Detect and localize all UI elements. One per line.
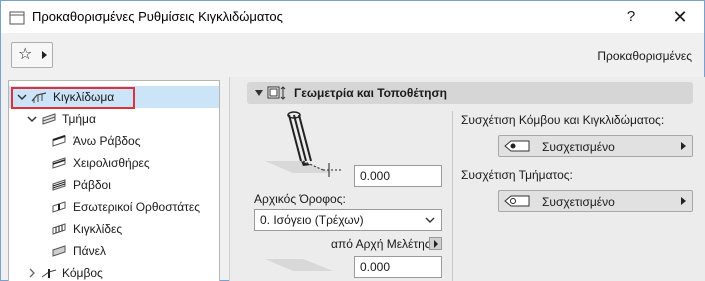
chevron-right-icon[interactable] [27, 268, 37, 278]
home-story-label: Αρχικός Όροφος: [254, 192, 346, 206]
segment-link-label: Συσχέτιση Τμήματος: [461, 168, 573, 182]
settings-tree: Κιγκλίδωμα Τμήμα Άνω Ράβδος Χειρολισθήρε… [8, 80, 220, 281]
top-rail-icon [52, 135, 66, 147]
tree-item-node[interactable]: Κόμβος [9, 262, 219, 281]
tree-item-panel[interactable]: Πάνελ [9, 240, 219, 262]
offset-reference-button[interactable] [429, 237, 442, 250]
tree-item-rails[interactable]: Ράβδοι [9, 174, 219, 196]
chevron-right-icon [434, 240, 438, 248]
node-link-value: Συσχετισμένο [542, 140, 615, 154]
chevron-right-icon [42, 51, 47, 59]
link-node-icon [504, 140, 530, 152]
tree-item-handrails[interactable]: Χειρολισθήρες [9, 152, 219, 174]
chevron-right-icon [681, 142, 686, 150]
inner-post-icon [52, 201, 66, 213]
tree-item-label: Τμήμα [62, 112, 96, 126]
chevron-down-icon[interactable] [27, 114, 37, 124]
offset-illustration [265, 259, 333, 271]
tree-item-label: Κιγκλίδωμα [53, 90, 115, 104]
link-segment-icon [504, 195, 530, 207]
tree-item-balusters[interactable]: Κιγκλίδες [9, 218, 219, 240]
tree-item-segment[interactable]: Τμήμα [9, 108, 219, 130]
railing-icon [31, 92, 47, 103]
section-header-geometry[interactable]: Γεωμετρία και Τοποθέτηση [247, 82, 693, 104]
segment-icon [42, 113, 56, 125]
app-icon [9, 11, 25, 25]
preset-label: Προκαθορισμένες [597, 49, 692, 63]
balusters-icon [52, 223, 66, 235]
segment-link-button[interactable]: Συσχετισμένο [498, 190, 693, 212]
geometry-icon [267, 86, 286, 100]
node-icon [41, 269, 57, 278]
column-divider [452, 111, 453, 281]
close-button[interactable]: ✕ [665, 6, 695, 28]
section-title: Γεωμετρία και Τοποθέτηση [294, 86, 447, 100]
tree-item-label: Κόμβος [62, 266, 103, 280]
collapse-triangle-icon [255, 90, 263, 96]
handrail-icon [52, 157, 66, 169]
tree-item-label: Ράβδοι [73, 178, 111, 192]
dialog-window: Προκαθορισμένες Ρυθμίσεις Κιγκλιδώματος … [0, 0, 705, 281]
tree-item-label: Κιγκλίδες [73, 222, 123, 236]
chevron-down-icon[interactable] [17, 92, 27, 102]
node-link-button[interactable]: Συσχετισμένο [498, 135, 693, 157]
home-story-select[interactable]: 0. Ισόγειο (Τρέχων) [254, 209, 442, 231]
favorites-button[interactable]: ☆ [11, 42, 53, 68]
offset-input[interactable]: 0.000 [354, 256, 442, 278]
node-link-label: Συσχέτιση Κόμβου και Κιγκλιδώματος: [461, 113, 665, 127]
star-icon: ☆ [18, 46, 33, 63]
tree-item-label: Πάνελ [73, 244, 106, 258]
height-input[interactable]: 0.000 [354, 165, 442, 187]
window-title: Προκαθορισμένες Ρυθμίσεις Κιγκλιδώματος [32, 9, 283, 24]
tree-item-label: Άνω Ράβδος [73, 134, 141, 148]
tree-item-inner-posts[interactable]: Εσωτερικοί Ορθοστάτες [9, 196, 219, 218]
rails-icon [52, 179, 66, 191]
offset-reference-label: από Αρχή Μελέτης [331, 237, 431, 251]
segment-link-value: Συσχετισμένο [542, 195, 615, 209]
title-bar: Προκαθορισμένες Ρυθμίσεις Κιγκλιδώματος … [1, 1, 704, 33]
tree-item-label: Χειρολισθήρες [73, 156, 150, 170]
tree-item-label: Εσωτερικοί Ορθοστάτες [73, 200, 201, 214]
tree-item-railing[interactable]: Κιγκλίδωμα [9, 86, 219, 109]
home-story-value: 0. Ισόγειο (Τρέχων) [260, 213, 364, 227]
tree-item-top-rail[interactable]: Άνω Ράβδος [9, 130, 219, 152]
chevron-right-icon [681, 197, 686, 205]
panel-icon [52, 245, 66, 257]
help-button[interactable]: ? [619, 6, 643, 28]
railing-height-illustration [265, 111, 343, 177]
chevron-down-icon [425, 217, 435, 223]
